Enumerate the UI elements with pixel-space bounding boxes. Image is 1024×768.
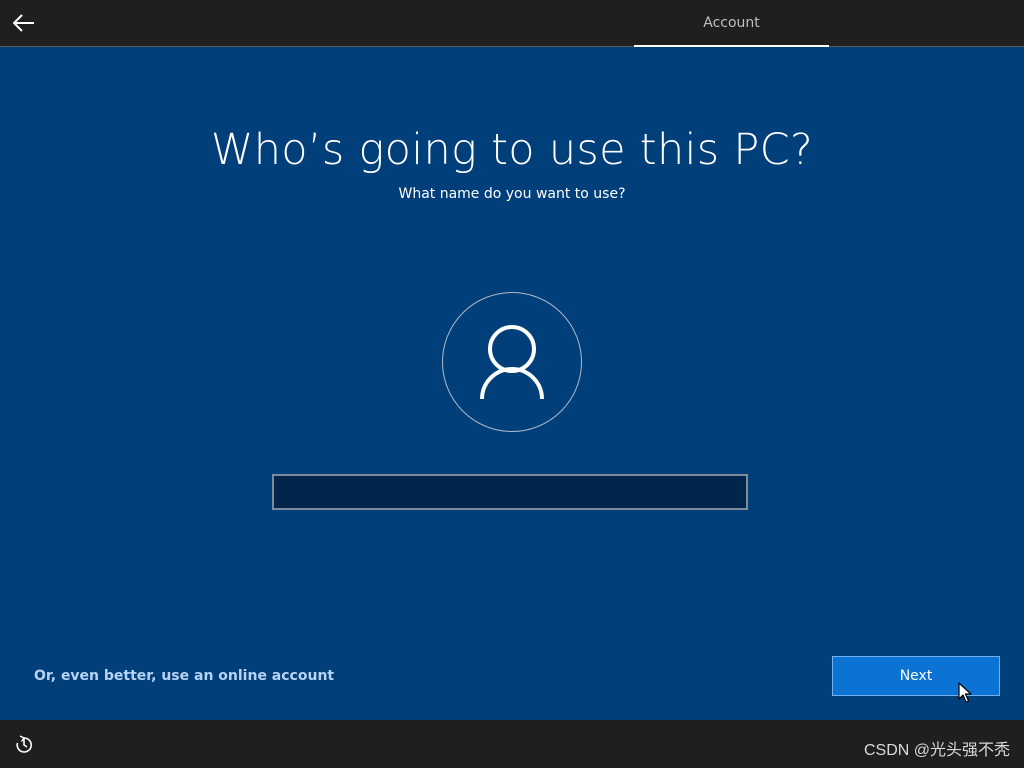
bottom-bar: CSDN @光头强不秃	[0, 720, 1024, 768]
back-button[interactable]	[8, 6, 40, 40]
next-button-label: Next	[899, 668, 933, 684]
mouse-cursor-icon	[958, 682, 972, 708]
tab-account: Account	[634, 0, 829, 47]
ease-of-access-icon[interactable]	[14, 735, 34, 755]
watermark-text: CSDN @光头强不秃	[863, 742, 1010, 759]
main-panel: Who’s going to use this PC? What name do…	[0, 47, 1024, 719]
page-title: Who’s going to use this PC?	[210, 125, 814, 175]
user-icon	[480, 325, 544, 400]
next-button[interactable]: Next	[832, 656, 1000, 696]
page-subtitle: What name do you want to use?	[398, 186, 626, 202]
name-input[interactable]	[272, 474, 748, 510]
back-arrow-icon	[13, 14, 34, 32]
top-bar: Account	[0, 0, 1024, 47]
avatar	[442, 292, 582, 432]
tab-account-label: Account	[703, 15, 760, 31]
online-account-link[interactable]: Or, even better, use an online account	[34, 668, 334, 684]
